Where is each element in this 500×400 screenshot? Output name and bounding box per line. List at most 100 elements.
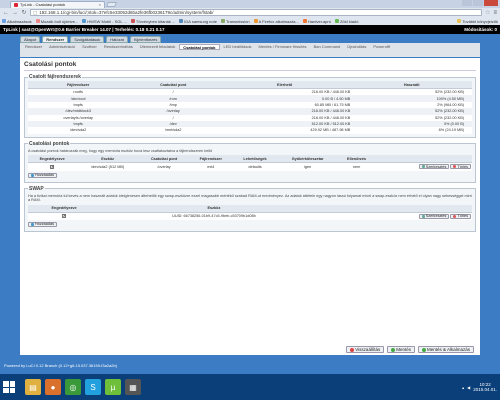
sub-menu-item[interactable]: Rendszer — [22, 44, 45, 50]
column-header: Fájlrendszer — [189, 155, 233, 164]
column-header: Engedélyezve — [28, 204, 101, 213]
bookmark-label: Transmission — [225, 18, 250, 24]
column-header: Fájlrendszer — [28, 81, 129, 89]
table-cell: 429.92 MB / 487.98 MB — [217, 127, 352, 134]
bookmark-item[interactable]: HWSW Mobil - SGL ... — [82, 19, 127, 24]
new-tab-button[interactable] — [106, 2, 117, 7]
bookmark-item[interactable]: A Firefox alkalmazás... — [253, 19, 299, 24]
maximize-button[interactable] — [473, 0, 483, 6]
windows-taskbar: ▤ ● ◎ Sµ ▦ ▴ ◀ 10:22 2015.04.01. — [0, 374, 500, 400]
page-info-icon[interactable]: ▢ — [33, 10, 37, 16]
bookmark-favicon-icon — [302, 19, 307, 23]
address-bar[interactable]: ▢ 192.168.1.1/cgi-bin/luci/;stok=37efc5e… — [30, 9, 483, 16]
table-cell: rootfs — [28, 88, 129, 96]
sub-menu-item[interactable]: Powerofff — [370, 44, 393, 50]
forward-icon[interactable]: → — [12, 10, 18, 16]
other-bookmarks[interactable]: További könyvjelzők — [457, 19, 498, 24]
edit-button[interactable]: Szerkesztés — [418, 213, 450, 219]
row-actions: Szerkesztés Törlés — [375, 162, 472, 171]
delete-button[interactable]: Törlés — [450, 164, 471, 170]
footer: Powered by LuCI 0.12 Branch (0.12+git-15… — [4, 363, 118, 368]
column-header-empty — [327, 204, 472, 213]
sub-menu-item[interactable]: Rendszerindítás — [101, 44, 136, 50]
edit-button[interactable]: Szerkesztés — [418, 164, 450, 170]
sub-menu: Rendszer Adminisztráció Szoftver Rendszerin… — [20, 43, 480, 57]
bookmark-star-icon[interactable]: ☆ — [485, 9, 490, 16]
back-icon[interactable]: ← — [3, 10, 9, 16]
folder-icon — [457, 19, 462, 23]
delete-icon — [453, 214, 457, 218]
firefox-icon[interactable]: ● — [45, 379, 61, 395]
changes-counter[interactable]: Módosítások: 0 — [464, 27, 497, 32]
main-menu-item[interactable]: Hálózat — [106, 36, 128, 43]
delete-button[interactable]: Törlés — [450, 213, 471, 219]
table-cell[interactable]: ✔ — [28, 162, 77, 171]
network-icon[interactable]: ▴ — [462, 385, 464, 390]
swap-add-button[interactable]: Hozzáadás — [28, 221, 57, 227]
utorrent-icon[interactable]: µ — [105, 379, 121, 395]
column-header: Ellenőrzés — [337, 155, 376, 164]
skype-icon[interactable]: S — [85, 379, 101, 395]
sub-menu-item[interactable]: Mentés / Firmware frissítés — [256, 44, 310, 50]
table-cell: ext4 — [189, 162, 233, 171]
table-cell: / — [128, 88, 218, 96]
reload-icon[interactable]: ↻ — [21, 10, 27, 16]
browser-menu-icon[interactable]: ≡ — [493, 10, 497, 16]
clock[interactable]: 10:22 2015.04.01. — [473, 382, 497, 392]
other-bookmarks-label: További könyvjelzők — [462, 18, 498, 24]
window-controls — [462, 0, 498, 6]
sub-menu-item[interactable]: Újraindítás — [344, 44, 369, 50]
table-cell: nem — [337, 162, 376, 171]
swap-legend: SWAP — [29, 185, 44, 192]
save-apply-button[interactable]: Mentés & Alkalmazás — [417, 346, 474, 353]
main-menu-item[interactable]: Kijelentkezés — [129, 36, 162, 43]
minimize-button[interactable] — [462, 0, 472, 6]
main-menu-item[interactable]: Rendszer — [42, 36, 69, 43]
bookmark-item[interactable]: Hardver.apró — [302, 19, 331, 24]
sub-menu-item[interactable]: Ütemezett feladatok — [137, 44, 179, 50]
bookmark-label: Mozaik bolt újdetve... — [40, 18, 79, 24]
column-header: Használt — [351, 81, 472, 89]
main-menu-item[interactable]: Szolgáltatások — [70, 36, 105, 43]
table-header-row: Engedélyezve Eszköz Csatolási pont Fájlrend… — [28, 155, 472, 164]
chrome-icon[interactable]: ◎ — [65, 379, 81, 395]
bookmark-item[interactable]: Zöld kiadó — [334, 19, 358, 24]
bookmark-item[interactable]: Transmission — [220, 18, 250, 24]
browser-chrome: TpLink - Csatolási pontok × ← → ↻ ▢ 192.… — [0, 0, 500, 28]
sub-menu-item[interactable]: Adminisztráció — [46, 44, 78, 50]
table-cell: 216.00 KB / 448.00 KB — [217, 88, 352, 96]
save-apply-label: Mentés & Alkalmazás — [426, 347, 470, 352]
table-cell[interactable]: ✔ — [28, 212, 101, 220]
close-window-button[interactable] — [484, 0, 498, 6]
reset-icon — [350, 347, 355, 352]
start-button-icon[interactable] — [3, 381, 15, 393]
mountpoint-add-button[interactable]: Hozzáadás — [28, 172, 57, 178]
bookmark-item[interactable]: Mozaik bolt újdetve... — [35, 18, 79, 24]
calculator-icon[interactable]: ▦ — [125, 379, 141, 395]
edit-label: Szerkesztés — [425, 164, 447, 169]
tab-strip: TpLink - Csatolási pontok × — [0, 0, 500, 8]
table-row: ✔ /dev/sda2 (512 MB)/overlay ext4 defaults i… — [28, 162, 472, 171]
sub-menu-item[interactable]: LED beállítások — [221, 44, 255, 50]
reset-label: Visszaállítás — [355, 347, 381, 352]
mountpoints-description: A csatolási pontok határozzák meg, hogy … — [28, 148, 213, 153]
reset-button[interactable]: Visszaállítás — [346, 346, 385, 353]
page-title: Csatolási pontok — [24, 61, 476, 71]
save-button[interactable]: Mentés — [387, 346, 415, 353]
file-explorer-icon[interactable]: ▤ — [25, 379, 41, 395]
bookmark-item[interactable]: IDA samsung note — [179, 19, 217, 24]
volume-icon[interactable]: ◀ — [467, 385, 470, 390]
enabled-checkbox[interactable]: ✔ — [62, 214, 67, 219]
bookmark-label: Alkalmazások — [7, 18, 32, 24]
table-cell: UUID: 66738256-01b9-47c5-9beb-c53709b1d0… — [100, 212, 328, 220]
sub-menu-item[interactable]: Szoftver — [79, 44, 100, 50]
bookmark-item[interactable]: Törvényben kitanák ... — [130, 19, 175, 24]
enabled-checkbox[interactable]: ✔ — [50, 164, 55, 169]
table-cell: /mnt/sda2 — [128, 127, 218, 134]
browser-tab[interactable]: TpLink - Csatolási pontok × — [10, 1, 105, 8]
main-menu-item[interactable]: Állapot — [20, 36, 41, 43]
form-actions: Visszaállítás Mentés Mentés & Alkalmazás — [346, 346, 474, 353]
sub-menu-item[interactable]: Ban Command — [311, 44, 344, 50]
sub-menu-item[interactable]: Csatolási pontok — [179, 44, 220, 50]
bookmark-item[interactable]: Alkalmazások — [2, 19, 32, 24]
